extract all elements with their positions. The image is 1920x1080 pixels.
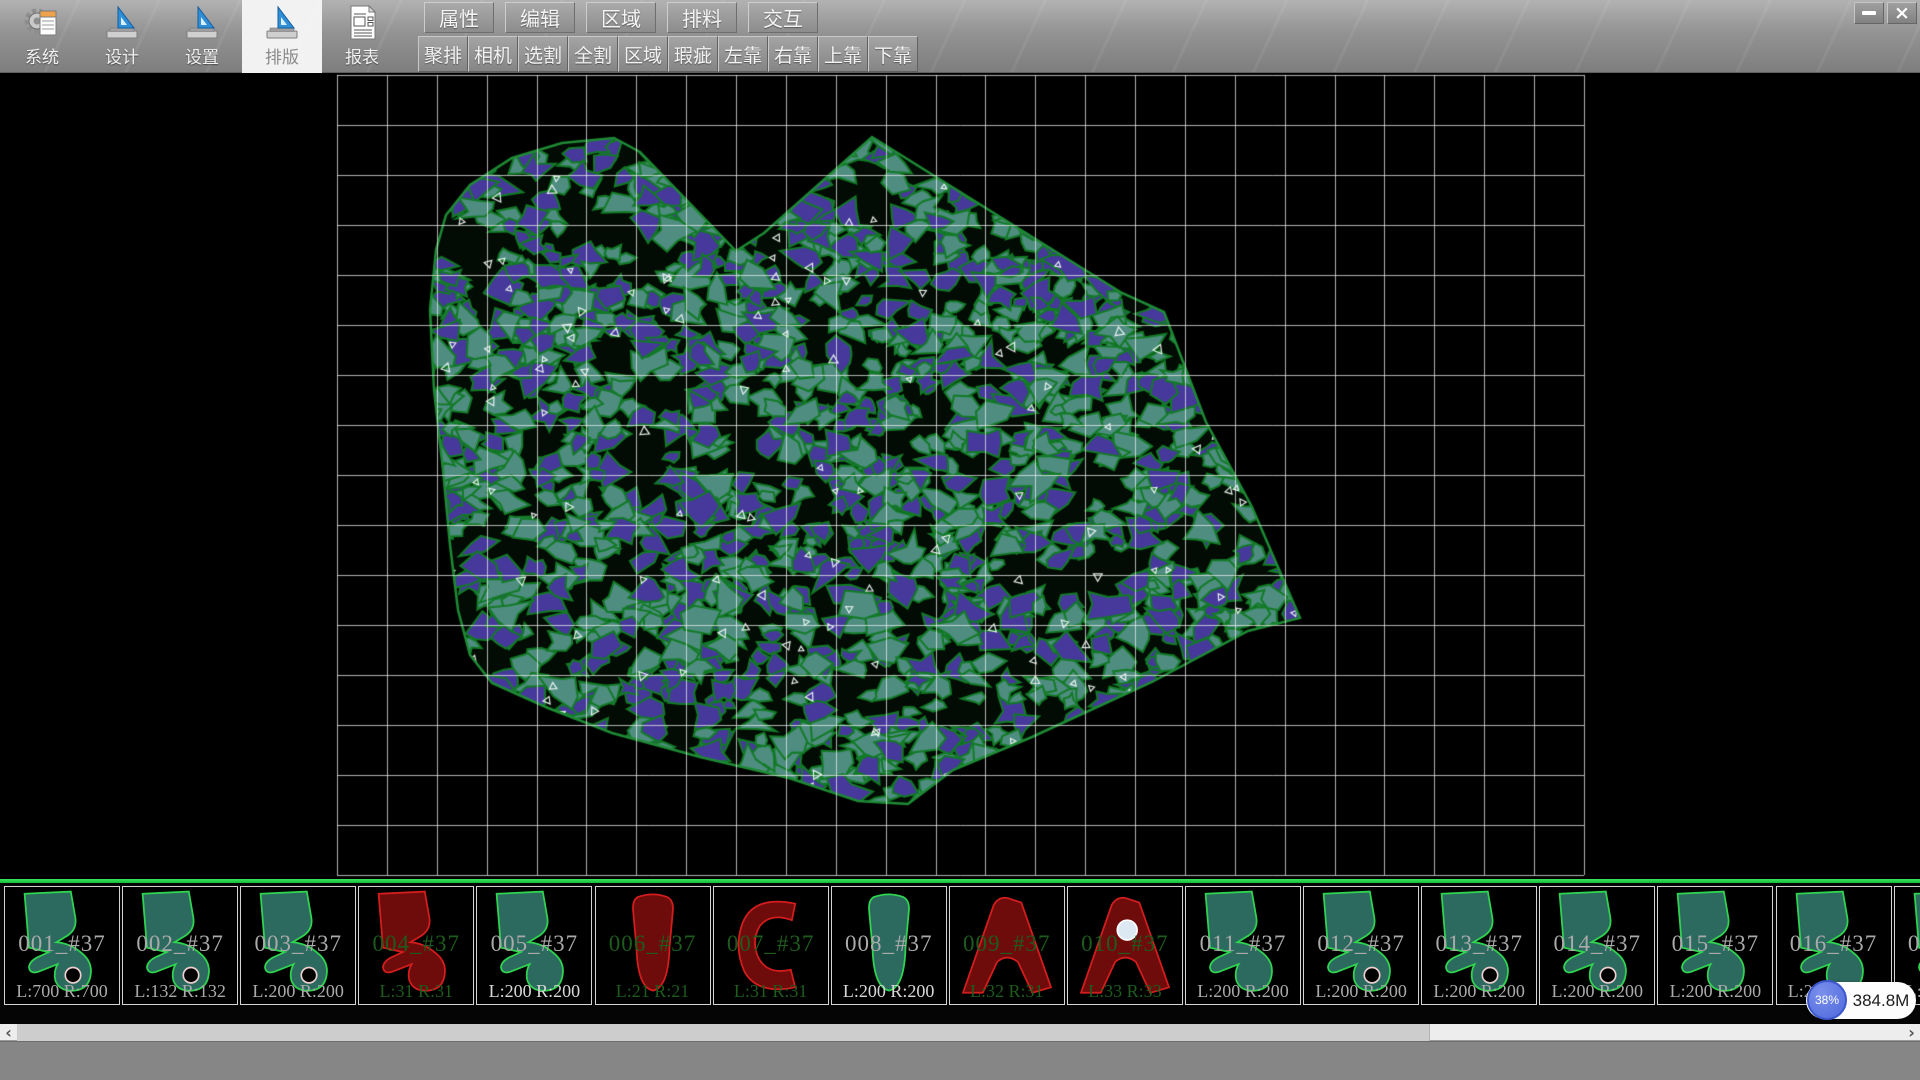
window-controls: × bbox=[1854, 2, 1917, 24]
piece-id: 008_#37 bbox=[832, 931, 946, 957]
tab-5[interactable]: 报表 bbox=[322, 0, 402, 73]
tab-label: 报表 bbox=[345, 43, 379, 68]
minimize-button[interactable] bbox=[1854, 2, 1884, 24]
piece-lr-count: L:200 R:200 bbox=[1304, 981, 1418, 1002]
piece-id: 013_#37 bbox=[1422, 931, 1536, 957]
piece-lr-count: L:200 R:200 bbox=[1186, 981, 1300, 1002]
piece-id: 006_#37 bbox=[596, 931, 710, 957]
menu-button-1[interactable]: 属性 bbox=[424, 2, 494, 33]
menu-button-3[interactable]: 区域 bbox=[586, 2, 656, 33]
report-icon bbox=[342, 4, 382, 42]
tab-2[interactable]: 设计 bbox=[82, 0, 162, 73]
piece-lr-count: L:31 R:31 bbox=[714, 981, 828, 1002]
tool-button-7[interactable]: 左靠 bbox=[718, 36, 768, 72]
piece-lr-count: L:21 R:21 bbox=[596, 981, 710, 1002]
piece-id: 007_#37 bbox=[714, 931, 828, 957]
piece-lr-count: L:33 R:33 bbox=[1068, 981, 1182, 1002]
piece-thumbnail-3[interactable]: 003_#37 L:200 R:200 bbox=[240, 886, 356, 1005]
toolbar: 系统设计设置排版报表 属性编辑区域排料交互 聚排相机选割全割区域瑕疵左靠右靠上靠… bbox=[0, 0, 1920, 73]
piece-thumbnail-13[interactable]: 013_#37 L:200 R:200 bbox=[1421, 886, 1537, 1005]
tool-button-1[interactable]: 聚排 bbox=[418, 36, 468, 72]
tool-button-3[interactable]: 选割 bbox=[518, 36, 568, 72]
piece-id: 010_#37 bbox=[1068, 931, 1182, 957]
piece-id: 003_#37 bbox=[241, 931, 355, 957]
menu-bar: 属性编辑区域排料交互 bbox=[424, 2, 818, 33]
piece-thumbnail-7[interactable]: 007_#37 L:31 R:31 bbox=[713, 886, 829, 1005]
scroll-left-icon[interactable]: ‹ bbox=[0, 1024, 17, 1041]
piece-lr-count: L:200 R:200 bbox=[477, 981, 591, 1002]
tool-button-2[interactable]: 相机 bbox=[468, 36, 518, 72]
piece-lr-count: L:200 R:200 bbox=[241, 981, 355, 1002]
tool-button-4[interactable]: 全割 bbox=[568, 36, 618, 72]
piece-lr-count: L:31 R:31 bbox=[359, 981, 473, 1002]
piece-id: 002_#37 bbox=[123, 931, 237, 957]
piece-lr-count: L:700 R:700 bbox=[5, 981, 119, 1002]
piece-id: 014_#37 bbox=[1540, 931, 1654, 957]
piece-thumbnail-2[interactable]: 002_#37 L:132 R:132 bbox=[122, 886, 238, 1005]
piece-thumbnail-8[interactable]: 008_#37 L:200 R:200 bbox=[831, 886, 947, 1005]
tool-button-9[interactable]: 上靠 bbox=[818, 36, 868, 72]
menu-button-5[interactable]: 交互 bbox=[748, 2, 818, 33]
piece-thumbnail-10[interactable]: 010_#37 L:33 R:33 bbox=[1067, 886, 1183, 1005]
piece-lr-count: L:132 R:132 bbox=[123, 981, 237, 1002]
ruler-icon bbox=[262, 4, 302, 42]
piece-id: 005_#37 bbox=[477, 931, 591, 957]
main-tab-bar: 系统 设计 设置 排版 报表 bbox=[2, 0, 402, 73]
memory-badge: 38% 384.8M bbox=[1806, 982, 1916, 1019]
piece-thumbnail-14[interactable]: 014_#37 L:200 R:200 bbox=[1539, 886, 1655, 1005]
piece-filmstrip: 001_#37L:700 R:700002_#37L:132 R:132003_… bbox=[0, 883, 1920, 1024]
tab-label: 系统 bbox=[25, 43, 59, 68]
piece-id: 012_#37 bbox=[1304, 931, 1418, 957]
piece-thumbnail-5[interactable]: 005_#37 L:200 R:200 bbox=[476, 886, 592, 1005]
tab-4[interactable]: 排版 bbox=[242, 0, 322, 73]
progress-circle: 38% bbox=[1807, 980, 1847, 1020]
piece-lr-count: L:200 R:200 bbox=[1422, 981, 1536, 1002]
tool-button-10[interactable]: 下靠 bbox=[868, 36, 918, 72]
close-icon: × bbox=[1894, 4, 1910, 23]
scroll-right-icon[interactable]: › bbox=[1903, 1024, 1920, 1041]
tool-button-6[interactable]: 瑕疵 bbox=[668, 36, 718, 72]
piece-thumbnail-1[interactable]: 001_#37 L:700 R:700 bbox=[4, 886, 120, 1005]
piece-id: 011_#37 bbox=[1186, 931, 1300, 957]
ruler-icon bbox=[102, 4, 142, 42]
piece-thumbnail-15[interactable]: 015_#37 L:200 R:200 bbox=[1657, 886, 1773, 1005]
piece-id: 004_#37 bbox=[359, 931, 473, 957]
tool-button-8[interactable]: 右靠 bbox=[768, 36, 818, 72]
horizontal-scrollbar[interactable]: ‹ › bbox=[0, 1024, 1920, 1041]
tool-button-5[interactable]: 区域 bbox=[618, 36, 668, 72]
piece-thumbnail-9[interactable]: 009_#37 L:32 R:31 bbox=[949, 886, 1065, 1005]
nest-canvas[interactable] bbox=[0, 73, 1920, 879]
gear-icon bbox=[22, 4, 62, 42]
status-bar bbox=[0, 1041, 1920, 1080]
piece-lr-count: L:200 R:200 bbox=[832, 981, 946, 1002]
piece-id: 001_#37 bbox=[5, 931, 119, 957]
memory-value: 384.8M bbox=[1850, 982, 1912, 1019]
menu-button-2[interactable]: 编辑 bbox=[505, 2, 575, 33]
tab-label: 排版 bbox=[265, 43, 299, 68]
piece-id: 009_#37 bbox=[950, 931, 1064, 957]
tab-label: 设计 bbox=[105, 43, 139, 68]
tool-bar: 聚排相机选割全割区域瑕疵左靠右靠上靠下靠 bbox=[418, 36, 918, 72]
ruler-icon bbox=[182, 4, 222, 42]
minimize-icon bbox=[1862, 11, 1876, 15]
piece-id: 015_#37 bbox=[1658, 931, 1772, 957]
piece-thumbnail-12[interactable]: 012_#37 L:200 R:200 bbox=[1303, 886, 1419, 1005]
piece-id: 017_#37 bbox=[1895, 931, 1920, 957]
tab-label: 设置 bbox=[185, 43, 219, 68]
piece-thumbnail-11[interactable]: 011_#37 L:200 R:200 bbox=[1185, 886, 1301, 1005]
piece-id: 016_#37 bbox=[1777, 931, 1891, 957]
piece-thumbnail-6[interactable]: 006_#37 L:21 R:21 bbox=[595, 886, 711, 1005]
close-button[interactable]: × bbox=[1887, 2, 1917, 24]
progress-percent: 38% bbox=[1815, 993, 1839, 1007]
piece-lr-count: L:32 R:31 bbox=[950, 981, 1064, 1002]
tab-3[interactable]: 设置 bbox=[162, 0, 242, 73]
menu-button-4[interactable]: 排料 bbox=[667, 2, 737, 33]
tab-1[interactable]: 系统 bbox=[2, 0, 82, 73]
piece-lr-count: L:200 R:200 bbox=[1540, 981, 1654, 1002]
piece-thumbnail-4[interactable]: 004_#37 L:31 R:31 bbox=[358, 886, 474, 1005]
scrollbar-thumb[interactable] bbox=[17, 1024, 1430, 1041]
piece-lr-count: L:200 R:200 bbox=[1658, 981, 1772, 1002]
